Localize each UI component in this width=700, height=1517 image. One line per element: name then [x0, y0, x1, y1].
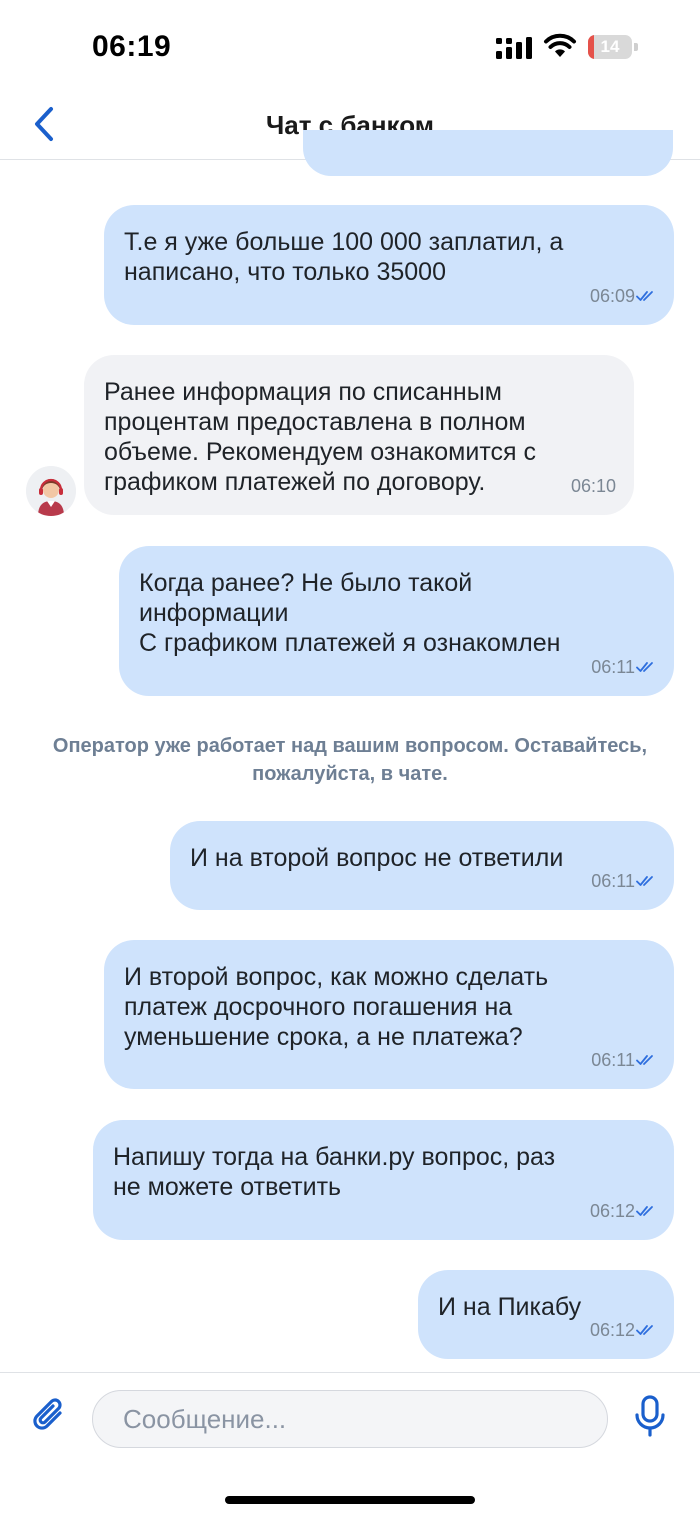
home-indicator	[225, 1496, 475, 1504]
system-notice: Оператор уже работает над вашим вопросом…	[52, 735, 648, 785]
operator-avatar	[26, 466, 76, 516]
message-time: 06:11	[591, 1050, 635, 1070]
message-text: Напишу тогда на банки.ру вопрос, раз не …	[113, 1143, 556, 1201]
message-text: Ранее информация по списанным процентам …	[104, 378, 536, 496]
message-input[interactable]	[92, 1390, 608, 1448]
battery-indicator: 14	[588, 35, 638, 59]
status-bar: 06:19 14	[0, 0, 700, 90]
outgoing-message[interactable]: Напишу тогда на банки.ру вопрос, раз не …	[93, 1120, 674, 1240]
outgoing-message[interactable]: И второй вопрос, как можно сделать плате…	[104, 940, 674, 1089]
attach-button[interactable]	[28, 1391, 72, 1441]
outgoing-message[interactable]: Т.е я уже больше 100 000 заплатил, а нап…	[104, 205, 674, 325]
read-receipt-icon	[636, 1206, 653, 1216]
wifi-icon	[544, 33, 576, 57]
read-receipt-icon	[636, 291, 653, 301]
message-time: 06:12	[589, 1201, 635, 1221]
message-bubble-partial	[303, 130, 673, 176]
support-operator-icon	[26, 466, 76, 516]
outgoing-message[interactable]: И на второй вопрос не ответили 06:11	[170, 821, 674, 910]
outgoing-message[interactable]: И на Пикабу 06:12	[418, 1270, 674, 1359]
read-receipt-icon	[636, 1055, 653, 1065]
incoming-message[interactable]: Ранее информация по списанным процентам …	[84, 355, 634, 515]
battery-level: 14	[600, 37, 620, 56]
cellular-signal-icon	[496, 37, 532, 59]
microphone-button[interactable]	[628, 1391, 672, 1441]
read-receipt-icon	[636, 876, 653, 886]
message-text: Когда ранее? Не было такой информации С …	[139, 569, 561, 657]
message-text: Т.е я уже больше 100 000 заплатил, а нап…	[124, 228, 564, 286]
status-time: 06:19	[92, 30, 172, 63]
read-receipt-icon	[636, 1325, 653, 1335]
paperclip-icon	[33, 1398, 62, 1430]
outgoing-message[interactable]: Когда ранее? Не было такой информации С …	[119, 546, 674, 696]
message-time: 06:12	[589, 1320, 635, 1340]
message-time: 06:10	[570, 476, 616, 496]
microphone-icon	[635, 1395, 665, 1437]
message-time: 06:11	[591, 657, 635, 677]
message-text: И на второй вопрос не ответили	[190, 844, 564, 872]
read-receipt-icon	[636, 662, 653, 672]
message-text: И второй вопрос, как можно сделать плате…	[124, 963, 549, 1051]
message-time: 06:11	[591, 871, 635, 891]
message-composer	[0, 1372, 700, 1517]
message-time: 06:09	[589, 286, 635, 306]
